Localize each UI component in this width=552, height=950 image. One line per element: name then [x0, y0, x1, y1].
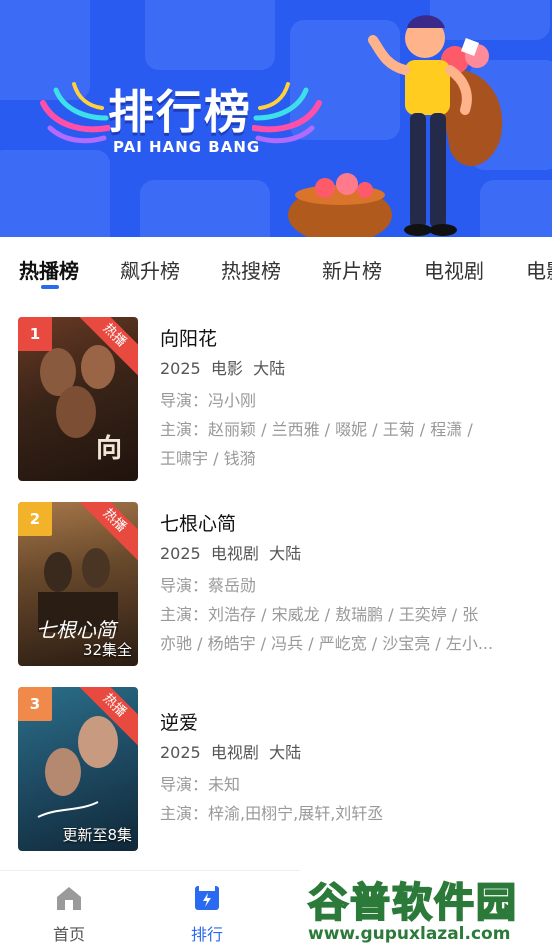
ranking-icon	[195, 886, 219, 910]
ranking-banner: 排行榜 PAI HANG BANG	[0, 0, 552, 237]
poster-image[interactable]: 七根心简 2 热播 32集全	[18, 502, 138, 666]
episode-status: 32集全	[82, 641, 132, 659]
nav-ranking-label: 排行	[190, 925, 223, 944]
item-director: 导演：未知	[160, 775, 241, 794]
tab-rising[interactable]: 飙升榜	[120, 255, 180, 284]
tab-movie[interactable]: 电影	[526, 255, 552, 284]
watermark: 谷普软件园 www.gupuxlazal.com	[300, 860, 552, 950]
tab-hot-play[interactable]: 热播榜	[19, 255, 79, 284]
nav-ranking[interactable]: 排行	[167, 883, 247, 945]
nav-home[interactable]: 首页	[29, 883, 109, 945]
item-cast: 主演：赵丽颖 / 兰西雅 / 啜妮 / 王菊 / 程潇 /	[160, 420, 473, 439]
list-item[interactable]: 七根心简 2 热播 32集全 七根心简 2025 电视剧 大陆 导演：蔡岳勋 主…	[0, 501, 552, 671]
item-title[interactable]: 向阳花	[160, 326, 536, 352]
watermark-text: 谷普软件园	[307, 879, 518, 927]
watermark-url: www.gupuxlazal.com	[308, 924, 511, 944]
episode-status: 更新至8集	[62, 826, 132, 844]
home-icon	[57, 887, 81, 910]
item-meta: 2025 电影 大陆	[160, 359, 286, 378]
tab-tv-series[interactable]: 电视剧	[424, 255, 484, 284]
svg-text:向: 向	[96, 433, 122, 464]
poster-image[interactable]: 向 1 热播	[18, 317, 138, 481]
item-director: 导演：冯小刚	[160, 391, 257, 410]
poster-image[interactable]: 3 热播 更新至8集	[18, 687, 138, 851]
ranking-tabs: 热播榜 飙升榜 热搜榜 新片榜 电视剧 电影	[0, 237, 552, 297]
item-title[interactable]: 逆爱	[160, 710, 536, 736]
list-item[interactable]: 3 热播 更新至8集 逆爱 2025 电视剧 大陆 导演：未知 主演：梓渝,田栩…	[0, 686, 552, 856]
nav-home-label: 首页	[52, 925, 85, 944]
item-cast-continued: 王啸宇 / 钱漪	[160, 449, 256, 468]
tab-hot-search[interactable]: 热搜榜	[221, 255, 281, 284]
character-illustration	[288, 15, 503, 237]
item-director: 导演：蔡岳勋	[160, 576, 257, 595]
item-cast-continued: 亦驰 / 杨皓宇 / 冯兵 / 严屹宽 / 沙宝亮 / 左小...	[160, 634, 494, 653]
rank-badge: 3	[18, 687, 52, 721]
item-meta: 2025 电视剧 大陆	[160, 743, 302, 762]
list-item[interactable]: 向 1 热播 向阳花 2025 电影 大陆 导演：冯小刚 主演：赵丽颖 / 兰西…	[0, 316, 552, 486]
rank-badge: 2	[18, 502, 52, 536]
left-splash-decoration	[40, 82, 110, 144]
tab-new-release[interactable]: 新片榜	[322, 255, 382, 284]
item-cast: 主演：刘浩存 / 宋威龙 / 敖瑞鹏 / 王奕婷 / 张	[160, 605, 479, 624]
rank-badge: 1	[18, 317, 52, 351]
banner-subtitle: PAI HANG BANG	[113, 138, 261, 156]
item-meta: 2025 电视剧 大陆	[160, 544, 302, 563]
tab-active-indicator	[41, 285, 59, 289]
banner-title: 排行榜	[108, 85, 252, 139]
item-title[interactable]: 七根心简	[160, 511, 536, 537]
item-cast: 主演：梓渝,田栩宁,展轩,刘轩丞	[160, 804, 384, 823]
